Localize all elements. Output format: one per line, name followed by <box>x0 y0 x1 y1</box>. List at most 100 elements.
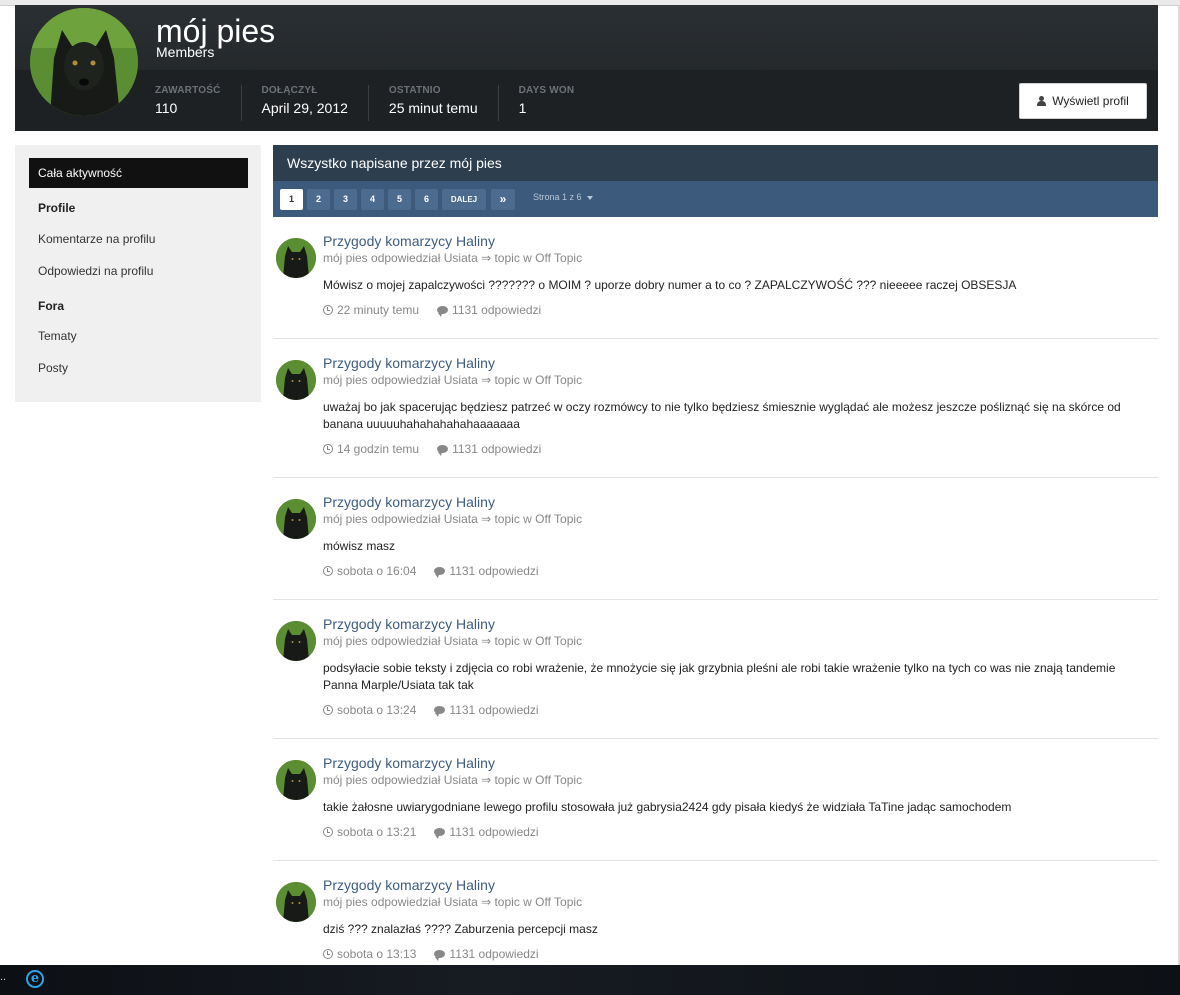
comment-icon <box>434 706 446 717</box>
clock-icon <box>323 305 333 315</box>
stat-label: Ostatnio <box>388 85 441 96</box>
stat-days-won: Days Won 1 <box>519 85 595 121</box>
post-body: takie żałosne uwiarygodniane lewego prof… <box>323 800 1012 814</box>
sidebar-item-profile-replies[interactable]: Odpowiedzi na profilu <box>38 264 153 278</box>
post-topic-link[interactable]: Przygody komarzycy Haliny <box>323 877 495 893</box>
page-button-2[interactable]: 2 <box>307 189 330 210</box>
post-time[interactable]: sobota o 13:24 <box>337 703 416 717</box>
taskbar-dots[interactable]: .. <box>0 971 6 983</box>
post-meta: mój pies odpowiedział Usiata ⇒ topic w O… <box>323 773 583 787</box>
post-meta: mój pies odpowiedział Usiata ⇒ topic w O… <box>323 512 583 526</box>
post-footer: sobota o 13:24 1131 odpowiedzi <box>323 703 539 717</box>
dog-avatar-image <box>276 499 316 539</box>
content-title: Wszystko napisane przez mój pies <box>273 145 1158 181</box>
sidebar-item-posts[interactable]: Posty <box>38 361 68 375</box>
post-avatar[interactable] <box>276 760 316 800</box>
sidebar-item-profile-comments[interactable]: Komentarze na profilu <box>38 232 155 246</box>
clock-icon <box>323 566 333 576</box>
ie-icon[interactable]: e <box>26 970 44 988</box>
post-avatar[interactable] <box>276 882 316 922</box>
next-page-button[interactable]: DALEJ <box>442 189 486 210</box>
caret-down-icon <box>586 195 593 200</box>
page-jump-dropdown[interactable]: Strona 1 z 6 <box>533 192 593 202</box>
profile-header: mój pies Members Zawartość 110 Dołączył … <box>15 5 1158 131</box>
post-time[interactable]: 22 minuty temu <box>337 303 419 317</box>
stat-value: 25 minut temu <box>388 100 478 116</box>
post-body: Mówisz o mojej zapalczywości ??????? o M… <box>323 278 1017 292</box>
activity-post: Przygody komarzycy Haliny mój pies odpowi… <box>273 600 1158 739</box>
post-avatar[interactable] <box>276 238 316 278</box>
clock-icon <box>323 949 333 959</box>
sidebar-item-topics[interactable]: Tematy <box>38 329 77 343</box>
post-avatar[interactable] <box>276 621 316 661</box>
sidebar-section-profile: Profile <box>38 201 76 215</box>
dog-avatar-image <box>276 760 316 800</box>
post-replies: 1131 odpowiedzi <box>452 442 542 456</box>
post-footer: sobota o 16:04 1131 odpowiedzi <box>323 564 539 578</box>
post-time[interactable]: sobota o 16:04 <box>337 564 416 578</box>
view-profile-label: Wyświetl profil <box>1052 94 1129 108</box>
clock-icon <box>323 705 333 715</box>
post-topic-link[interactable]: Przygody komarzycy Haliny <box>323 494 495 510</box>
profile-stats: Zawartość 110 Dołączył April 29, 2012 Os… <box>155 85 614 121</box>
page-label: Strona 1 z 6 <box>533 192 582 202</box>
page-button-4[interactable]: 4 <box>361 189 384 210</box>
page-button-3[interactable]: 3 <box>334 189 357 210</box>
activity-post: Przygody komarzycy Haliny mój pies odpowi… <box>273 217 1158 339</box>
sidebar-item-all-activity[interactable]: Cała aktywność <box>29 158 248 188</box>
stat-content: Zawartość 110 <box>155 85 242 121</box>
post-replies: 1131 odpowiedzi <box>449 947 539 961</box>
stat-value: 1 <box>518 100 527 116</box>
page-button-5[interactable]: 5 <box>388 189 411 210</box>
page-button-1[interactable]: 1 <box>280 189 303 210</box>
stat-value: April 29, 2012 <box>261 100 348 116</box>
post-time[interactable]: sobota o 13:13 <box>337 947 416 961</box>
post-meta: mój pies odpowiedział Usiata ⇒ topic w O… <box>323 373 583 387</box>
clock-icon <box>323 444 333 454</box>
dog-avatar-image <box>276 238 316 278</box>
post-topic-link[interactable]: Przygody komarzycy Haliny <box>323 755 495 771</box>
pagination: 1 2 3 4 5 6 DALEJ » Strona 1 z 6 <box>273 181 1158 217</box>
post-body: uważaj bo jak spacerując będziesz patrze… <box>323 400 1121 431</box>
clock-icon <box>323 827 333 837</box>
comment-icon <box>434 828 446 839</box>
activity-post: Przygody komarzycy Haliny mój pies odpowi… <box>273 339 1158 478</box>
post-list: Przygody komarzycy Haliny mój pies odpowi… <box>273 217 1158 983</box>
post-body: dziś ??? znalazłaś ???? Zaburzenia perce… <box>323 922 598 936</box>
post-meta: mój pies odpowiedział Usiata ⇒ topic w O… <box>323 251 583 265</box>
user-icon <box>1037 96 1047 106</box>
stat-label: Zawartość <box>155 85 221 96</box>
post-replies: 1131 odpowiedzi <box>449 564 539 578</box>
page-button-6[interactable]: 6 <box>415 189 438 210</box>
sidebar-section-fora: Fora <box>38 299 65 313</box>
stat-label: Days Won <box>518 85 575 96</box>
dog-avatar-image <box>276 882 316 922</box>
activity-sidebar: Cała aktywność Profile Komentarze na pro… <box>15 145 261 402</box>
post-avatar[interactable] <box>276 360 316 400</box>
post-topic-link[interactable]: Przygody komarzycy Haliny <box>323 233 495 249</box>
post-avatar[interactable] <box>276 499 316 539</box>
os-taskbar: .. e <box>0 965 1180 995</box>
post-time[interactable]: 14 godzin temu <box>337 442 419 456</box>
post-topic-link[interactable]: Przygody komarzycy Haliny <box>323 355 495 371</box>
post-replies: 1131 odpowiedzi <box>449 703 539 717</box>
view-profile-button[interactable]: Wyświetl profil <box>1019 83 1147 119</box>
post-footer: sobota o 13:13 1131 odpowiedzi <box>323 947 539 961</box>
post-replies: 1131 odpowiedzi <box>449 825 539 839</box>
post-topic-link[interactable]: Przygody komarzycy Haliny <box>323 616 495 632</box>
activity-content: Wszystko napisane przez mój pies 1 2 3 4… <box>273 145 1158 983</box>
post-replies: 1131 odpowiedzi <box>452 303 542 317</box>
stat-last-visit: Ostatnio 25 minut temu <box>389 85 499 121</box>
activity-post: Przygody komarzycy Haliny mój pies odpowi… <box>273 478 1158 600</box>
post-time[interactable]: sobota o 13:21 <box>337 825 416 839</box>
dog-avatar-image <box>276 360 316 400</box>
post-meta: mój pies odpowiedział Usiata ⇒ topic w O… <box>323 895 583 909</box>
last-page-button[interactable]: » <box>491 189 515 210</box>
post-footer: sobota o 13:21 1131 odpowiedzi <box>323 825 539 839</box>
stat-label: Dołączył <box>261 85 318 96</box>
profile-avatar[interactable] <box>30 8 138 116</box>
comment-icon <box>434 567 446 578</box>
post-meta: mój pies odpowiedział Usiata ⇒ topic w O… <box>323 634 583 648</box>
comment-icon <box>434 950 446 961</box>
stat-joined: Dołączył April 29, 2012 <box>262 85 369 121</box>
